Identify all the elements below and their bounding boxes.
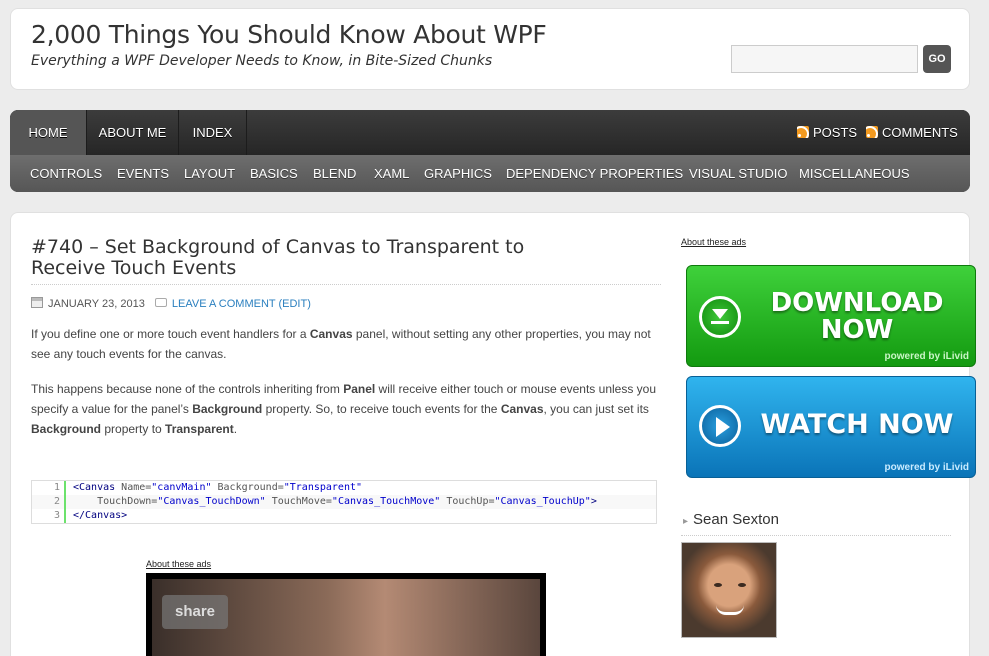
video-frame: share [152,579,540,656]
nav-index[interactable]: INDEX [179,110,247,155]
download-now-ad[interactable]: DOWNLOAD NOW powered by iLivid [686,265,976,367]
category-dependency-properties[interactable]: DEPENDENCY PROPERTIES [506,155,683,192]
post-paragraph-1: If you define one or more touch event ha… [31,327,651,361]
bullet-icon: ▸ [683,516,689,527]
site-title[interactable]: 2,000 Things You Should Know About WPF [31,20,547,49]
powered-by-label: powered by iLivid [884,351,969,362]
code-line: 1 <Canvas Name="canvMain" Background="Tr… [32,481,656,495]
about-these-ads-link[interactable]: About these ads [146,559,211,569]
category-basics[interactable]: BASICS [250,155,298,192]
category-visual-studio[interactable]: VISUAL STUDIO [689,155,787,192]
search-input[interactable] [731,45,918,73]
post-date: JANUARY 23, 2013 [48,298,145,310]
rss-icon [797,126,809,138]
post-paragraph-2: This happens because none of the control… [31,382,657,436]
share-button[interactable]: share [162,595,228,629]
code-block[interactable]: 1 <Canvas Name="canvMain" Background="Tr… [31,480,657,524]
comment-icon [154,298,167,307]
author-avatar[interactable] [681,542,777,638]
edit-link[interactable]: (EDIT) [278,298,310,310]
powered-by-label: powered by iLivid [884,462,969,473]
code-line: 3 </Canvas> [32,509,656,523]
category-blend[interactable]: BLEND [313,155,356,192]
category-graphics[interactable]: GRAPHICS [424,155,492,192]
main-navigation: HOME ABOUT ME INDEX POSTS COMMENTS CONTR… [10,110,970,192]
calendar-icon [31,297,43,308]
nav-home[interactable]: HOME [10,110,87,155]
leave-comment-link[interactable]: LEAVE A COMMENT [172,298,276,310]
rss-icon [866,126,878,138]
category-controls[interactable]: CONTROLS [30,155,102,192]
widget-divider [681,535,951,536]
watch-ad-text: WATCH NOW [760,409,954,440]
code-line: 2 TouchDown="Canvas_TouchDown" TouchMove… [32,495,656,509]
category-events[interactable]: EVENTS [117,155,169,192]
category-xaml[interactable]: XAML [374,155,409,192]
sidebar-about-these-ads-link[interactable]: About these ads [681,237,746,247]
category-layout[interactable]: LAYOUT [184,155,235,192]
download-arrow-icon [699,296,741,338]
download-ad-text: DOWNLOAD NOW [770,288,944,345]
video-ad[interactable]: share [146,573,546,656]
comments-feed-link[interactable]: COMMENTS [866,110,958,155]
site-description: Everything a WPF Developer Needs to Know… [31,53,493,69]
content-area: #740 – Set Background of Canvas to Trans… [10,212,976,656]
author-widget-title: ▸ Sean Sexton [683,511,779,528]
nav-about-me[interactable]: ABOUT ME [87,110,179,155]
watch-now-ad[interactable]: WATCH NOW powered by iLivid [686,376,976,478]
post-meta: JANUARY 23, 2013 LEAVE A COMMENT (EDIT) [31,297,311,310]
play-icon [699,405,741,447]
post-title[interactable]: #740 – Set Background of Canvas to Trans… [31,237,581,279]
title-divider [31,284,661,285]
site-header: 2,000 Things You Should Know About WPF E… [10,8,970,90]
posts-feed-link[interactable]: POSTS [797,110,857,155]
category-miscellaneous[interactable]: MISCELLANEOUS [799,155,910,192]
search-button[interactable]: GO [923,45,951,73]
